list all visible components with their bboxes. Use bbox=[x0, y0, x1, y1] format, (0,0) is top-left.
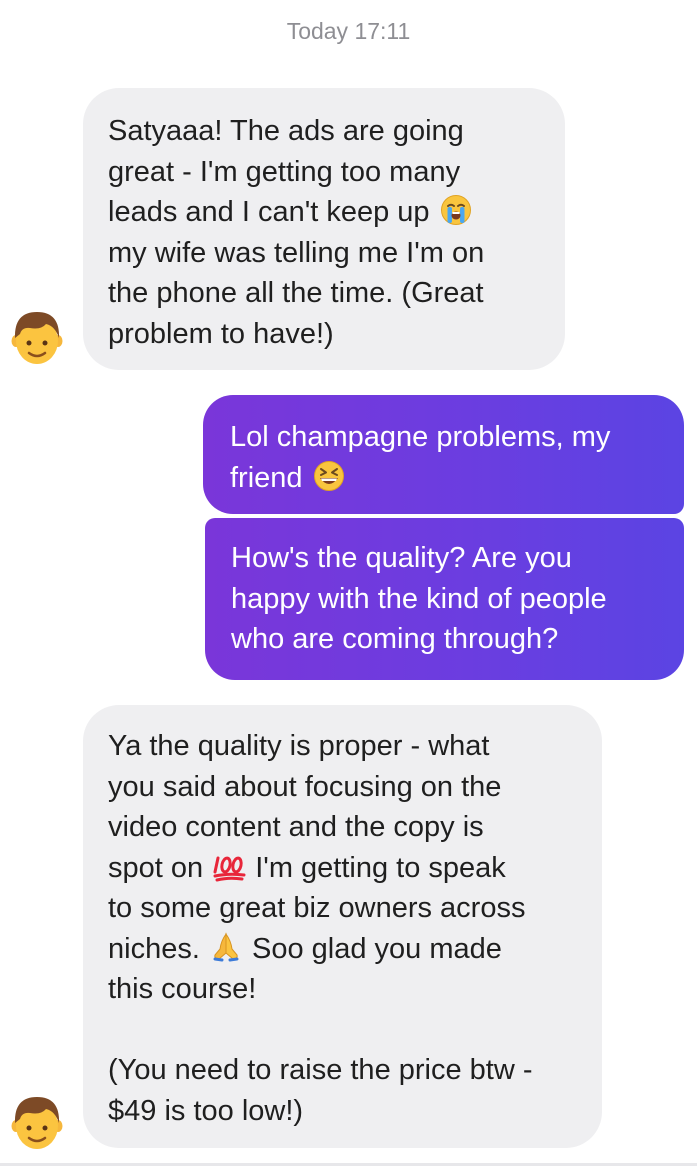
incoming-message-bubble[interactable]: Satyaaa! The ads are going great - I'm g… bbox=[83, 88, 565, 370]
grinning-squinting-face-icon bbox=[313, 460, 345, 492]
message-timestamp: Today 17:11 bbox=[286, 18, 411, 44]
message-text: Satyaaa! The ads are going great - I'm g… bbox=[108, 115, 464, 228]
outgoing-message-bubble[interactable]: Lol champagne problems, my friend bbox=[203, 395, 684, 514]
outgoing-message-bubble[interactable]: How's the quality? Are you happy with th… bbox=[205, 518, 684, 680]
folded-hands-icon bbox=[210, 931, 242, 963]
boy-avatar-icon[interactable] bbox=[6, 308, 68, 370]
message-text: my wife was telling me I'm on the phone … bbox=[108, 236, 485, 350]
message-text: Lol champagne problems, my friend bbox=[230, 421, 611, 494]
incoming-message-bubble[interactable]: Ya the quality is proper - what you said… bbox=[83, 705, 602, 1148]
loudly-crying-face-icon bbox=[440, 194, 472, 226]
boy-avatar-icon[interactable] bbox=[6, 1093, 68, 1155]
message-text: How's the quality? Are you happy with th… bbox=[231, 542, 607, 655]
hundred-points-icon bbox=[213, 850, 246, 882]
